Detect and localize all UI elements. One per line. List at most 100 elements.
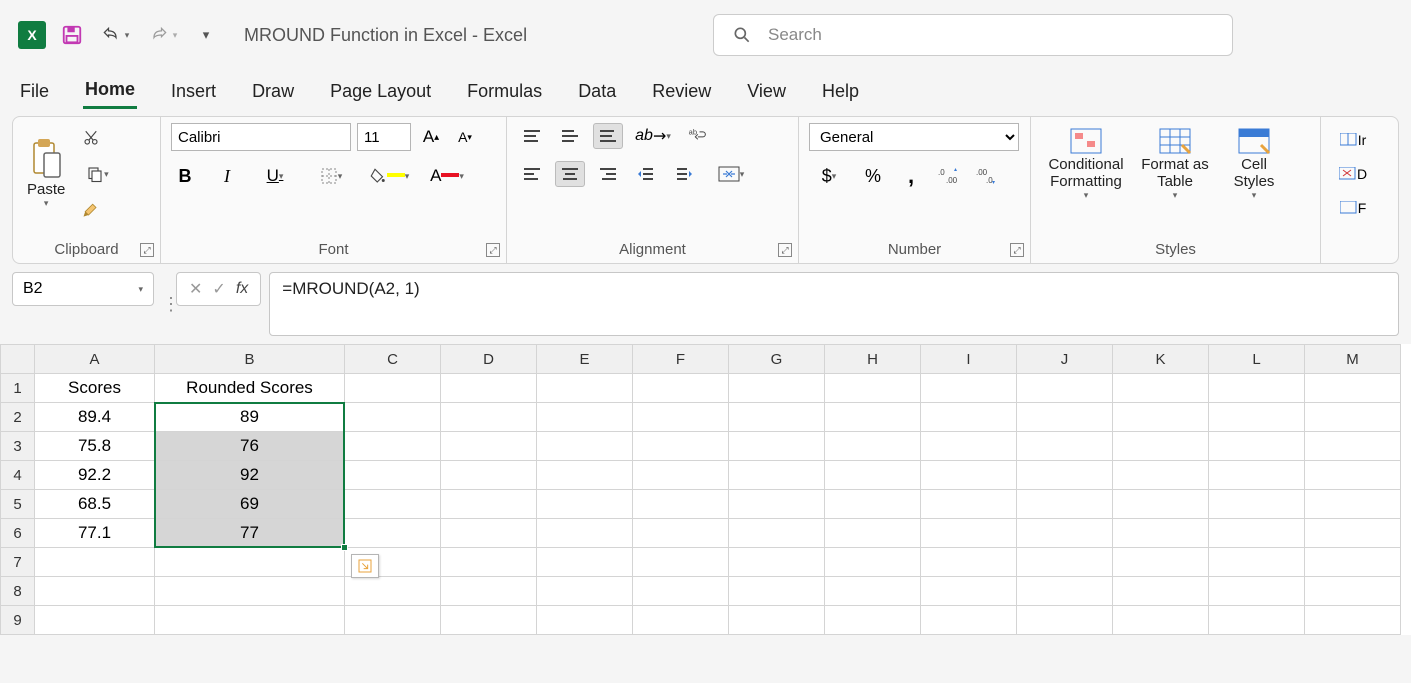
cell-I3[interactable]: [921, 432, 1017, 461]
cell-L8[interactable]: [1209, 577, 1305, 606]
cell-I6[interactable]: [921, 519, 1017, 548]
decrease-font-button[interactable]: A▾: [451, 124, 479, 150]
column-header-I[interactable]: I: [921, 345, 1017, 374]
cell-H7[interactable]: [825, 548, 921, 577]
cell-styles-button[interactable]: Cell Styles▾: [1219, 123, 1289, 205]
cell-C4[interactable]: [345, 461, 441, 490]
column-header-E[interactable]: E: [537, 345, 633, 374]
cell-E6[interactable]: [537, 519, 633, 548]
cell-F9[interactable]: [633, 606, 729, 635]
cell-G3[interactable]: [729, 432, 825, 461]
tab-view[interactable]: View: [745, 75, 788, 108]
cell-B7[interactable]: [155, 548, 345, 577]
align-center-button[interactable]: [555, 161, 585, 187]
cell-J3[interactable]: [1017, 432, 1113, 461]
cell-A1[interactable]: Scores: [35, 374, 155, 403]
name-box[interactable]: B2 ▾: [12, 272, 154, 306]
cell-M6[interactable]: [1305, 519, 1401, 548]
column-header-L[interactable]: L: [1209, 345, 1305, 374]
cell-I5[interactable]: [921, 490, 1017, 519]
increase-indent-button[interactable]: [669, 161, 699, 187]
cell-M8[interactable]: [1305, 577, 1401, 606]
cell-J2[interactable]: [1017, 403, 1113, 432]
cell-I8[interactable]: [921, 577, 1017, 606]
cell-C9[interactable]: [345, 606, 441, 635]
cell-K8[interactable]: [1113, 577, 1209, 606]
delete-cells-button[interactable]: D: [1331, 161, 1375, 187]
cell-H1[interactable]: [825, 374, 921, 403]
cell-A4[interactable]: 92.2: [35, 461, 155, 490]
spreadsheet-grid[interactable]: ABCDEFGHIJKLM 1ScoresRounded Scores289.4…: [0, 344, 1411, 635]
tab-data[interactable]: Data: [576, 75, 618, 108]
tab-review[interactable]: Review: [650, 75, 713, 108]
cell-G9[interactable]: [729, 606, 825, 635]
cell-M3[interactable]: [1305, 432, 1401, 461]
cell-D3[interactable]: [441, 432, 537, 461]
cell-C3[interactable]: [345, 432, 441, 461]
cell-F5[interactable]: [633, 490, 729, 519]
cell-A9[interactable]: [35, 606, 155, 635]
cell-B9[interactable]: [155, 606, 345, 635]
column-header-A[interactable]: A: [35, 345, 155, 374]
tab-file[interactable]: File: [18, 75, 51, 108]
row-header-3[interactable]: 3: [1, 432, 35, 461]
row-header-6[interactable]: 6: [1, 519, 35, 548]
cell-E3[interactable]: [537, 432, 633, 461]
cell-K5[interactable]: [1113, 490, 1209, 519]
decrease-indent-button[interactable]: [631, 161, 661, 187]
cell-K9[interactable]: [1113, 606, 1209, 635]
cell-L9[interactable]: [1209, 606, 1305, 635]
cell-F7[interactable]: [633, 548, 729, 577]
increase-decimal-button[interactable]: .0.00: [935, 163, 963, 189]
cell-A5[interactable]: 68.5: [35, 490, 155, 519]
cell-B3[interactable]: 76: [155, 432, 345, 461]
cell-J9[interactable]: [1017, 606, 1113, 635]
tab-draw[interactable]: Draw: [250, 75, 296, 108]
cell-I7[interactable]: [921, 548, 1017, 577]
cell-L7[interactable]: [1209, 548, 1305, 577]
cell-C5[interactable]: [345, 490, 441, 519]
cell-J8[interactable]: [1017, 577, 1113, 606]
number-launcher[interactable]: ⤢: [1010, 243, 1024, 257]
format-cells-button[interactable]: F: [1331, 195, 1375, 221]
increase-font-button[interactable]: A▴: [417, 124, 445, 150]
cell-B4[interactable]: 92: [155, 461, 345, 490]
cell-G8[interactable]: [729, 577, 825, 606]
tab-page-layout[interactable]: Page Layout: [328, 75, 433, 108]
cell-B1[interactable]: Rounded Scores: [155, 374, 345, 403]
column-header-C[interactable]: C: [345, 345, 441, 374]
align-middle-button[interactable]: [555, 123, 585, 149]
cell-C2[interactable]: [345, 403, 441, 432]
font-launcher[interactable]: ⤢: [486, 243, 500, 257]
decrease-decimal-button[interactable]: .00.0: [973, 163, 1001, 189]
cell-D1[interactable]: [441, 374, 537, 403]
row-header-8[interactable]: 8: [1, 577, 35, 606]
row-header-1[interactable]: 1: [1, 374, 35, 403]
cell-H9[interactable]: [825, 606, 921, 635]
wrap-text-button[interactable]: ab: [683, 123, 711, 149]
cell-E5[interactable]: [537, 490, 633, 519]
cell-B2[interactable]: 89: [155, 403, 345, 432]
cell-C6[interactable]: [345, 519, 441, 548]
enter-formula-button[interactable]: ✓: [208, 279, 229, 299]
cut-button[interactable]: [77, 125, 105, 151]
font-name-select[interactable]: [171, 123, 351, 151]
cell-M9[interactable]: [1305, 606, 1401, 635]
paste-button[interactable]: Paste ▾: [23, 123, 69, 223]
cell-E8[interactable]: [537, 577, 633, 606]
cell-L1[interactable]: [1209, 374, 1305, 403]
select-all-corner[interactable]: [1, 345, 35, 374]
column-header-H[interactable]: H: [825, 345, 921, 374]
cell-E7[interactable]: [537, 548, 633, 577]
cell-D2[interactable]: [441, 403, 537, 432]
column-header-F[interactable]: F: [633, 345, 729, 374]
cell-H8[interactable]: [825, 577, 921, 606]
cell-F8[interactable]: [633, 577, 729, 606]
cell-A6[interactable]: 77.1: [35, 519, 155, 548]
tab-insert[interactable]: Insert: [169, 75, 218, 108]
cell-H4[interactable]: [825, 461, 921, 490]
cell-F4[interactable]: [633, 461, 729, 490]
cell-G1[interactable]: [729, 374, 825, 403]
cell-B5[interactable]: 69: [155, 490, 345, 519]
cell-M5[interactable]: [1305, 490, 1401, 519]
